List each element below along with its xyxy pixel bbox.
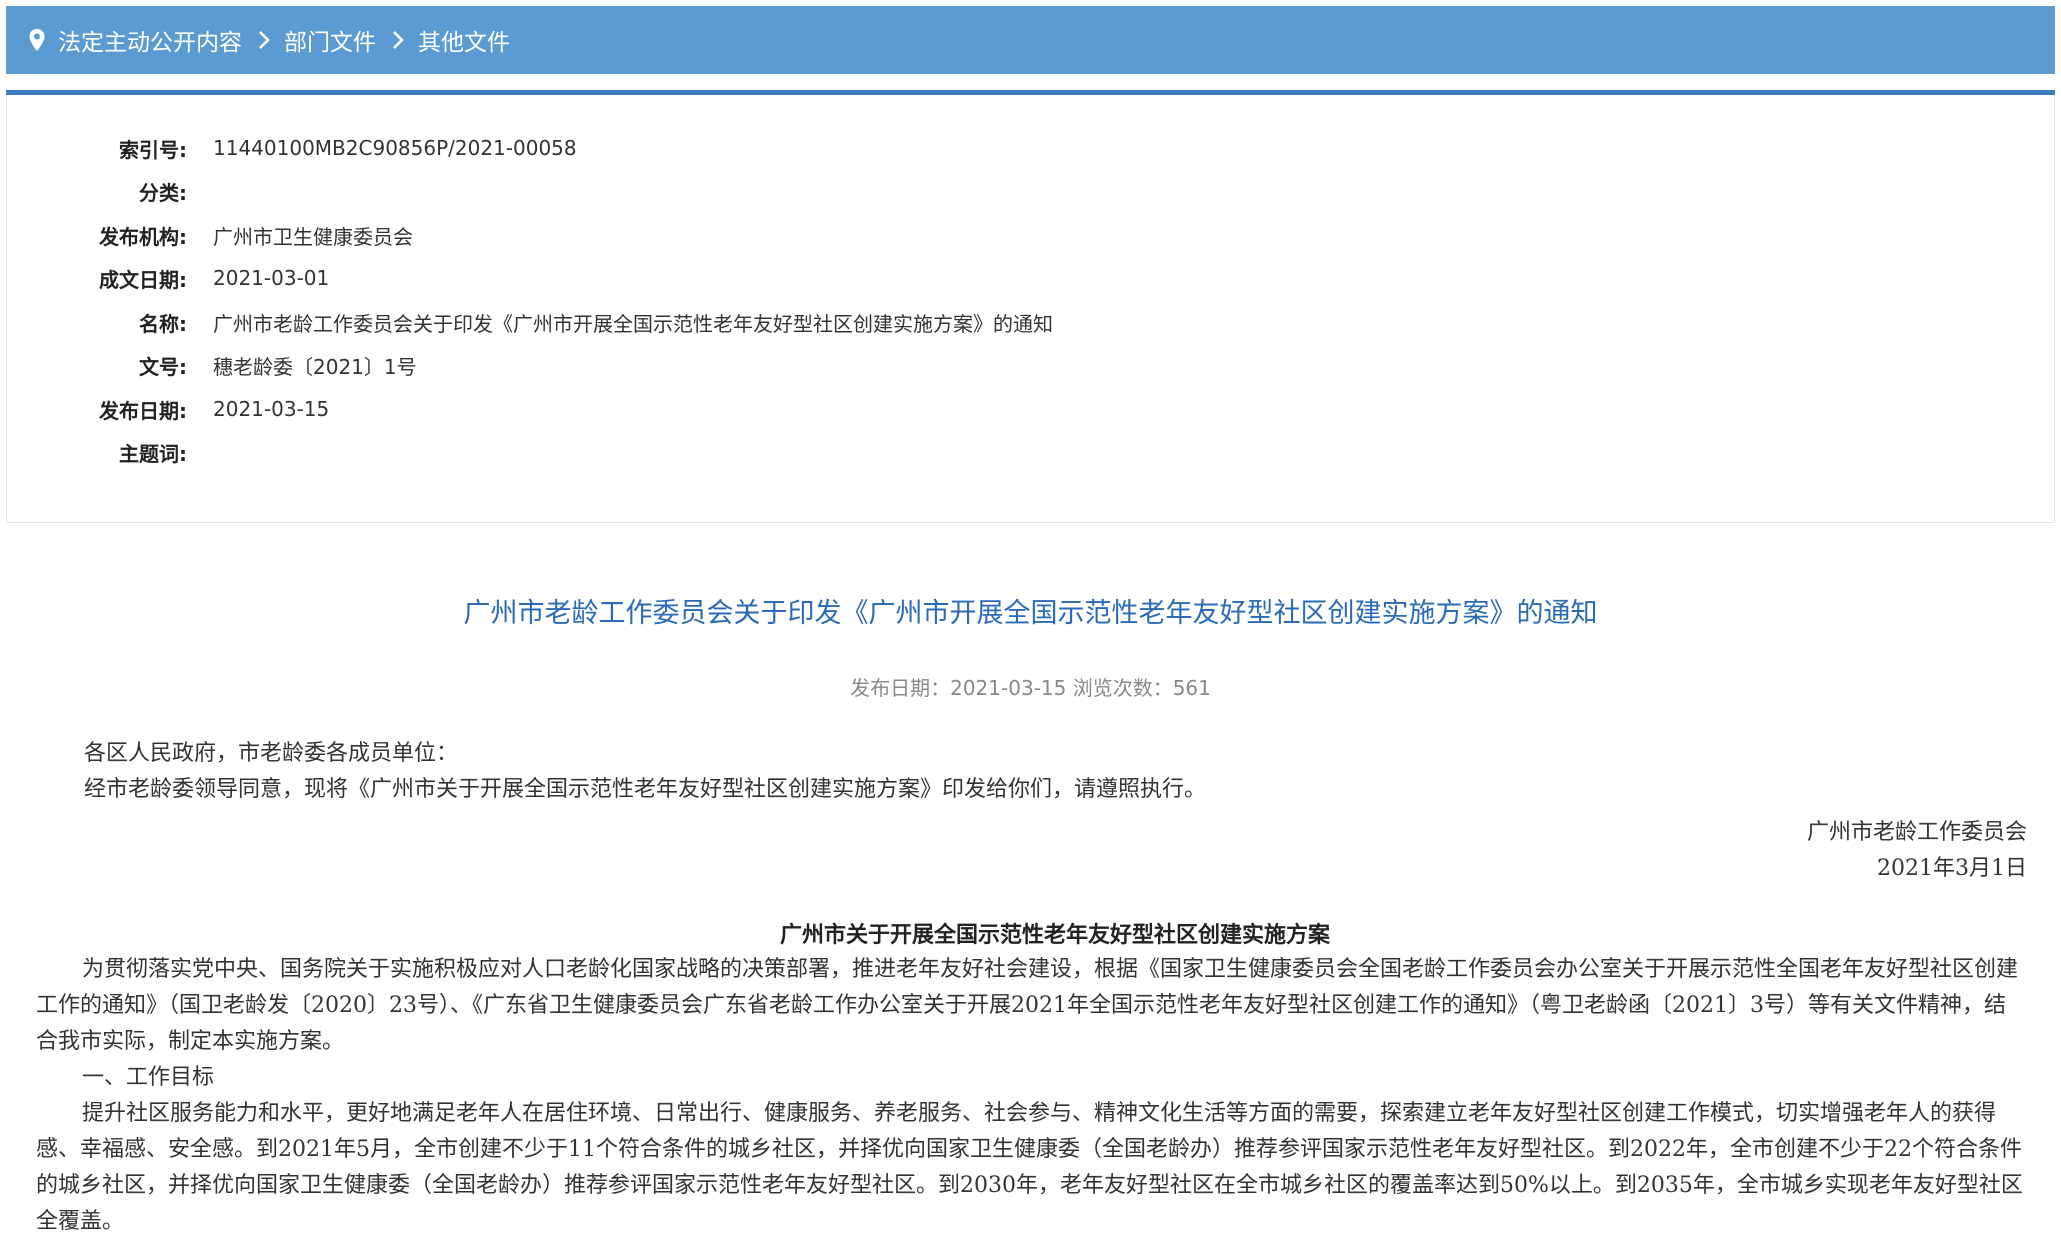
intro-paragraph: 经市老龄委领导同意，现将《广州市关于开展全国示范性老年友好型社区创建实施方案》印… xyxy=(84,777,1207,802)
document-title: 广州市老龄工作委员会关于印发《广州市开展全国示范性老年友好型社区创建实施方案》的… xyxy=(463,598,1598,629)
meta-label: 名称: xyxy=(139,311,187,336)
meta-value: 穗老龄委〔2021〕1号 xyxy=(213,354,417,379)
meta-label: 文号: xyxy=(139,354,187,379)
meta-label: 分类: xyxy=(139,180,187,205)
sign-date: 2021年3月1日 xyxy=(1877,856,2027,881)
meta-value: 2021-03-15 xyxy=(213,397,330,421)
meta-label: 发布日期: xyxy=(99,398,187,423)
breadcrumb-item-other-files[interactable]: 其他文件 xyxy=(418,23,510,57)
chevron-right-icon xyxy=(393,31,404,49)
metadata-panel: 索引号: 11440100MB2C90856P/2021-00058 分类: 发… xyxy=(6,95,2055,523)
meta-label: 成文日期: xyxy=(99,267,187,292)
meta-label: 主题词: xyxy=(119,441,187,466)
salutation: 各区人民政府，市老龄委各成员单位： xyxy=(84,741,459,766)
meta-value: 2021-03-01 xyxy=(213,266,330,290)
breadcrumb-item-department-files[interactable]: 部门文件 xyxy=(284,23,376,57)
meta-value: 11440100MB2C90856P/2021-00058 xyxy=(213,136,577,160)
location-pin-icon xyxy=(29,29,45,51)
meta-label: 索引号: xyxy=(119,137,187,162)
breadcrumb: 法定主动公开内容 部门文件 其他文件 xyxy=(6,6,2055,74)
signer: 广州市老龄工作委员会 xyxy=(1806,820,2027,845)
breadcrumb-item-public-content[interactable]: 法定主动公开内容 xyxy=(58,23,242,57)
plan-title: 广州市关于开展全国示范性老年友好型社区创建实施方案 xyxy=(779,922,1330,948)
document-publish-info: 发布日期：2021-03-15 浏览次数：561 xyxy=(850,676,1211,700)
chevron-right-icon xyxy=(259,31,270,49)
section-heading-1: 一、工作目标 xyxy=(82,1065,215,1090)
meta-label: 发布机构: xyxy=(99,224,187,249)
paragraph-1: 为贯彻落实党中央、国务院关于实施积极应对人口老龄化国家战略的决策部署，推进老年友… xyxy=(36,957,2019,1054)
meta-value: 广州市卫生健康委员会 xyxy=(213,224,413,249)
meta-value: 广州市老龄工作委员会关于印发《广州市开展全国示范性老年友好型社区创建实施方案》的… xyxy=(213,311,1053,336)
paragraph-2: 提升社区服务能力和水平，更好地满足老年人在居住环境、日常出行、健康服务、养老服务… xyxy=(36,1101,2023,1234)
